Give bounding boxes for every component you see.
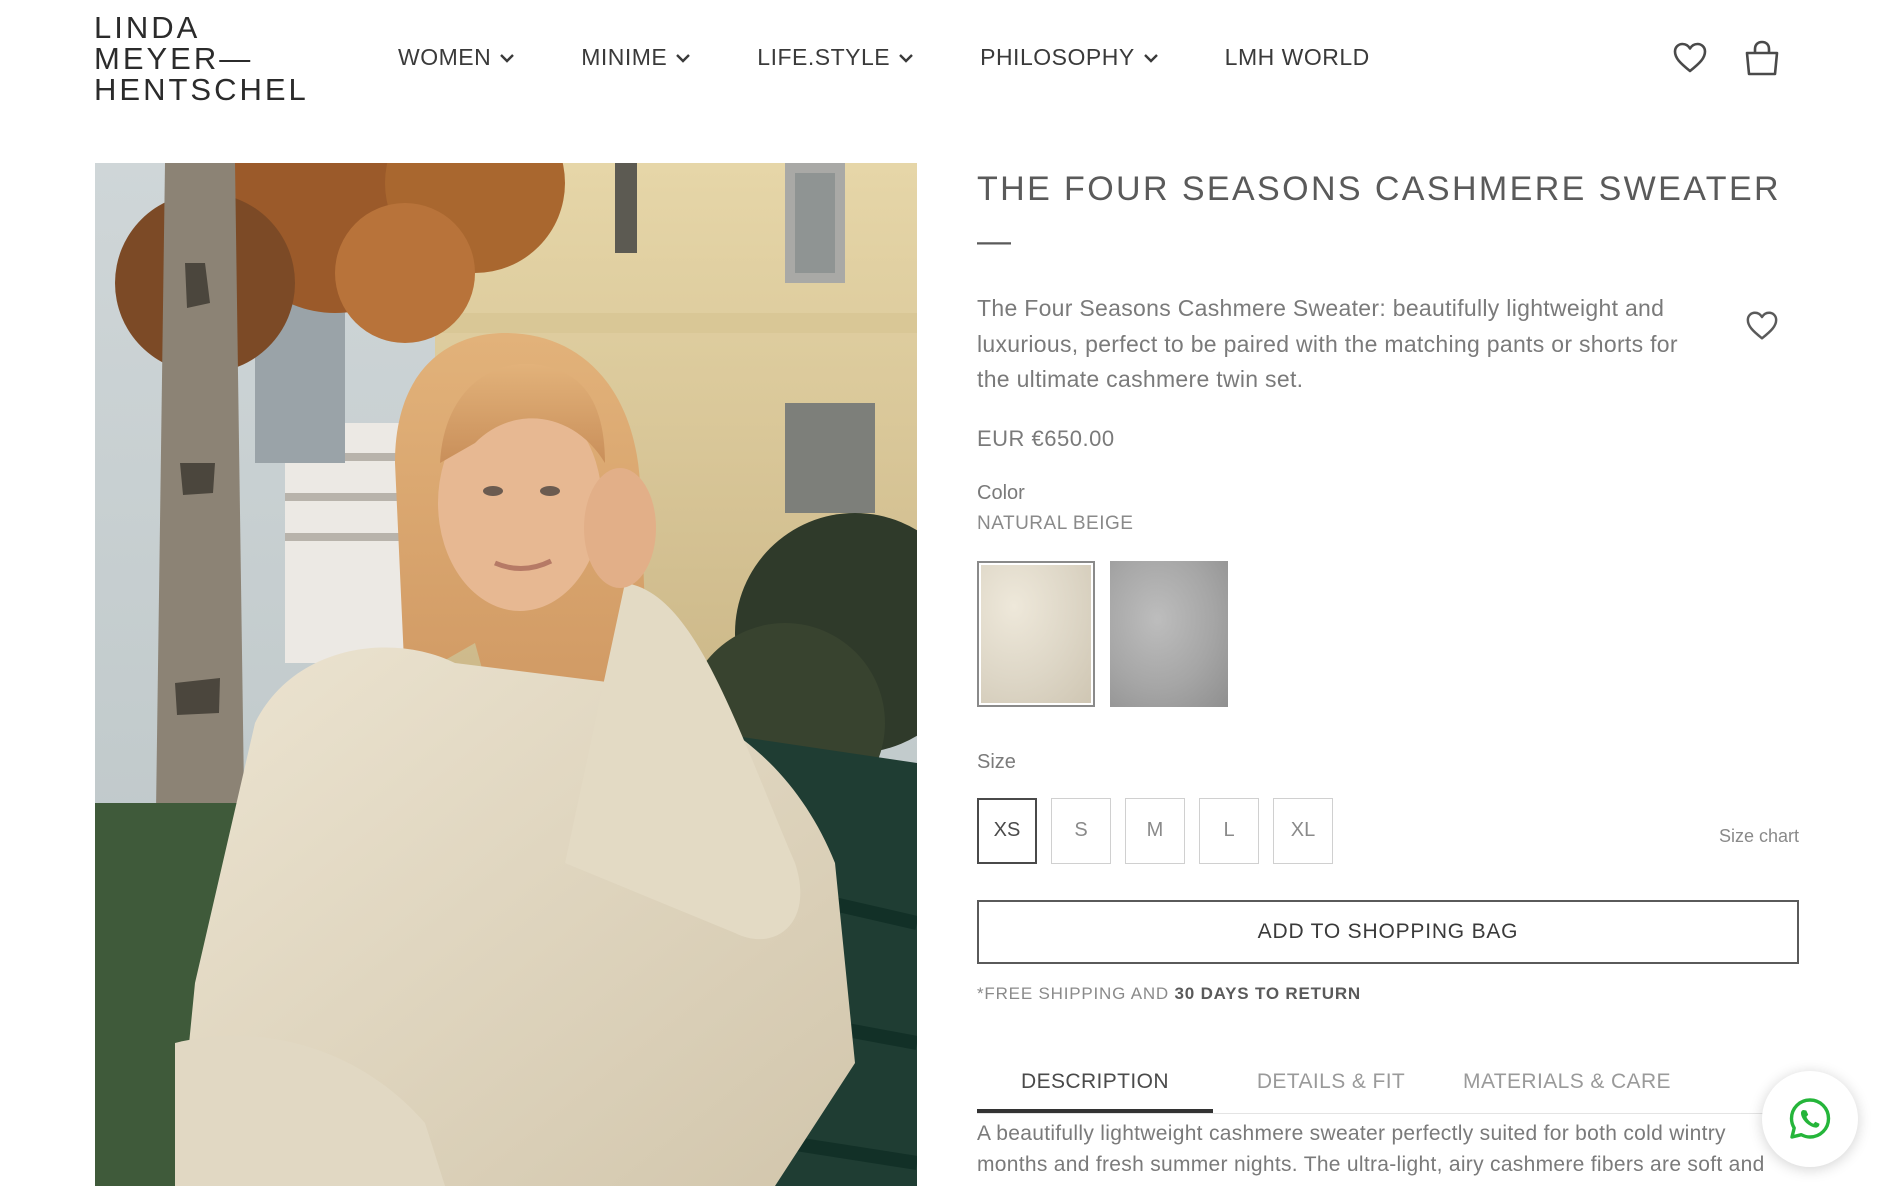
nav-item-label: MINIME xyxy=(581,44,668,70)
chevron-down-icon xyxy=(899,53,913,63)
whatsapp-icon xyxy=(1789,1098,1831,1139)
size-option-xs[interactable]: XS xyxy=(977,797,1037,864)
logo-line-3: HENTSCHEL xyxy=(94,72,309,107)
swatch-grey[interactable] xyxy=(1110,560,1228,707)
brand-logo[interactable]: LINDA MEYER— HENTSCHEL xyxy=(94,12,356,108)
logo-line-2: MEYER— xyxy=(94,41,254,76)
summary-row: The Four Seasons Cashmere Sweater: beaut… xyxy=(977,291,1799,398)
heart-icon[interactable] xyxy=(1672,40,1708,76)
main-nav: WOMEN MINIME LIFE.STYLE PHILOSOPHY LMH W… xyxy=(398,44,1436,71)
header-actions xyxy=(1672,40,1780,76)
shopping-bag-icon[interactable] xyxy=(1744,40,1780,76)
product-photo[interactable] xyxy=(95,163,917,1186)
color-label: Color xyxy=(977,481,1025,504)
shipping-note: *FREE SHIPPING AND 30 DAYS TO RETURN xyxy=(977,984,1799,1004)
add-to-bag-button[interactable]: ADD TO SHOPPING BAG xyxy=(977,899,1799,964)
swatch-natural-beige[interactable] xyxy=(977,560,1095,707)
tab-materials-care[interactable]: MATERIALS & CARE xyxy=(1449,1060,1685,1113)
size-option-l[interactable]: L xyxy=(1199,797,1259,864)
selected-color-name: NATURAL BEIGE xyxy=(977,512,1134,534)
nav-item-label: PHILOSOPHY xyxy=(980,44,1135,70)
product-summary: The Four Seasons Cashmere Sweater: beaut… xyxy=(977,295,1678,392)
nav-item-label: LIFE.STYLE xyxy=(757,44,891,70)
nav-item-label: LMH WORLD xyxy=(1224,44,1370,70)
add-to-wishlist-heart-icon[interactable] xyxy=(1745,309,1779,343)
size-selector: XS S M L XL Size chart xyxy=(977,797,1799,864)
nav-item-philosophy[interactable]: PHILOSOPHY xyxy=(980,44,1159,71)
swatch-fill xyxy=(981,564,1091,703)
tab-details-fit[interactable]: DETAILS & FIT xyxy=(1213,1060,1449,1113)
swatch-fill xyxy=(1110,560,1228,707)
logo-line-1: LINDA xyxy=(94,10,201,45)
nav-item-minime[interactable]: MINIME xyxy=(581,44,691,71)
chevron-down-icon xyxy=(676,53,691,63)
product-title: THE FOUR SEASONS CASHMERE SWEATER — xyxy=(977,170,1781,260)
product-info: THE FOUR SEASONS CASHMERE SWEATER — The … xyxy=(977,163,1799,1186)
product-photo-illustration xyxy=(95,163,917,1186)
size-option-m[interactable]: M xyxy=(1125,797,1185,864)
nav-item-women[interactable]: WOMEN xyxy=(398,44,515,71)
size-chart-link[interactable]: Size chart xyxy=(1719,826,1799,847)
size-label: Size xyxy=(977,750,1016,773)
color-swatches xyxy=(977,560,1799,707)
size-option-xl[interactable]: XL xyxy=(1273,797,1333,864)
chevron-down-icon xyxy=(1143,53,1158,63)
description-text: A beautifully lightweight cashmere sweat… xyxy=(977,1121,1765,1186)
size-option-s[interactable]: S xyxy=(1051,797,1111,864)
nav-item-lifestyle[interactable]: LIFE.STYLE xyxy=(757,44,914,71)
product-price: EUR €650.00 xyxy=(977,425,1115,451)
chevron-down-icon xyxy=(500,53,515,63)
nav-item-lmh-world[interactable]: LMH WORLD xyxy=(1225,44,1370,71)
size-options: XS S M L XL xyxy=(977,797,1799,864)
nav-item-label: WOMEN xyxy=(398,44,492,70)
shipping-note-text: *FREE SHIPPING AND xyxy=(977,983,1175,1003)
product-tabs: DESCRIPTION DETAILS & FIT MATERIALS & CA… xyxy=(977,1060,1799,1114)
site-header: LINDA MEYER— HENTSCHEL WOMEN MINIME LIFE… xyxy=(0,0,1898,120)
shipping-note-bold: 30 DAYS TO RETURN xyxy=(1174,983,1362,1003)
tab-description[interactable]: DESCRIPTION xyxy=(977,1060,1213,1113)
whatsapp-chat-button[interactable] xyxy=(1762,1071,1858,1167)
